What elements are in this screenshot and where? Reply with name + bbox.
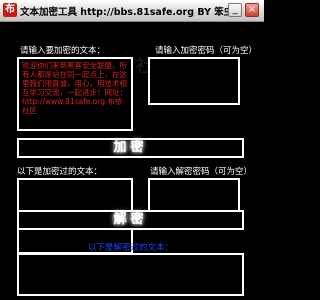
minimize-button[interactable]: _ [228,3,242,17]
title-bar: 布 文本加密工具 http://bbs.81safe.org BY 笨虫 _ × [0,0,264,22]
decrypt-password-label: 请输入解密密码（可为空） [150,167,253,177]
encrypt-password-label: 请输入加密密码（可为空） [155,46,258,56]
encrypt-password-input[interactable] [148,57,240,105]
decrypt-button[interactable]: 解密 [17,210,244,230]
decrypted-text-output[interactable] [17,253,244,296]
plain-text-input[interactable]: 欢迎你们来到黑客安全联盟，所有人都是站在同一起点上，在这里我们用真诚，用心，用技… [17,57,133,131]
plain-text-label: 请输入要加密的文本： [20,46,106,56]
encrypted-text-label: 以下是加密过的文本： [17,167,103,177]
encrypt-button[interactable]: 加密 [17,138,244,158]
app-icon: 布 [3,3,17,17]
decrypted-text-label: 以下是解密过的文本： [88,243,174,253]
close-button[interactable]: × [245,3,259,17]
window-title: 文本加密工具 http://bbs.81safe.org BY 笨虫 [20,7,234,18]
